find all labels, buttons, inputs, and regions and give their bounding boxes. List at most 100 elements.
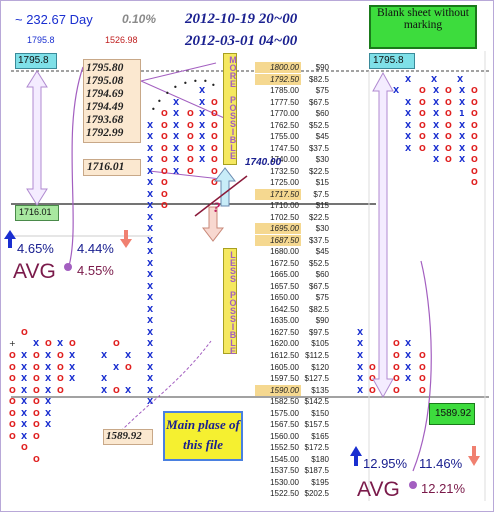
o-mark: O — [161, 155, 168, 165]
o-mark: O — [419, 351, 426, 360]
right-up-arrow-icon — [350, 446, 362, 466]
o-mark: O — [113, 385, 120, 395]
level-price: 1560.00 — [270, 431, 299, 441]
price-item: 1792.99 — [86, 127, 124, 139]
o-mark: O — [211, 155, 218, 165]
level-diff: $172.5 — [304, 443, 329, 453]
o-mark: O — [471, 120, 478, 130]
x-mark: X — [125, 385, 132, 395]
x-mark: X — [199, 143, 206, 153]
x-mark: X — [405, 362, 412, 372]
level-price: 1777.50 — [270, 97, 299, 107]
x-mark: X — [433, 97, 440, 107]
level-price: 1717.50 — [270, 189, 299, 199]
x-mark: X — [45, 420, 52, 430]
current-price: 1740.00 — [245, 157, 282, 168]
x-mark: X — [405, 143, 412, 153]
x-mark: X — [147, 155, 154, 165]
o-mark: O — [33, 385, 40, 395]
x-mark: X — [21, 351, 28, 360]
o-mark: O — [33, 362, 40, 372]
x-mark: X — [433, 120, 440, 130]
price-list: 1795.80 1795.08 1794.69 1794.49 1793.68 … — [86, 62, 123, 140]
o-mark: O — [419, 86, 426, 96]
o-mark: O — [33, 374, 40, 384]
x-mark: X — [433, 109, 440, 119]
o-mark: O — [33, 431, 40, 441]
x-mark: X — [69, 374, 76, 384]
level-diff: $52.5 — [308, 120, 329, 130]
level-price: 1620.00 — [270, 339, 299, 349]
dot-mark: • — [157, 97, 162, 106]
x-mark: X — [147, 293, 154, 303]
dot-mark: • — [193, 77, 198, 86]
level-diff: $187.5 — [304, 466, 329, 476]
level-price: 1665.00 — [270, 270, 299, 280]
level-price: 1552.50 — [270, 443, 299, 453]
o-mark: O — [57, 362, 64, 372]
level-diff: $90 — [315, 316, 329, 326]
x-mark: X — [57, 339, 64, 349]
x-mark: X — [199, 109, 206, 119]
x-mark: X — [459, 120, 466, 130]
level-price: 1747.50 — [270, 143, 299, 153]
x-mark: X — [405, 97, 412, 107]
level-price: 1627.50 — [270, 327, 299, 337]
o-mark: O — [161, 132, 168, 142]
x-mark: X — [69, 362, 76, 372]
level-diff: $67.5 — [308, 281, 329, 291]
level-price: 1522.50 — [270, 489, 299, 499]
price-item: 1795.08 — [86, 75, 124, 87]
o-mark: O — [471, 155, 478, 165]
level-diff: $165 — [311, 431, 329, 441]
pointer-curves — [68, 62, 432, 472]
o-mark: O — [33, 351, 40, 360]
right-pct-up: 12.95% — [363, 456, 408, 471]
o-mark: O — [161, 109, 168, 119]
o-mark: O — [57, 374, 64, 384]
o-mark: O — [211, 132, 218, 142]
o-mark: O — [471, 178, 478, 188]
x-mark: X — [357, 327, 364, 337]
o-mark: O — [419, 109, 426, 119]
o-mark: O — [187, 132, 194, 142]
level-price: 1590.00 — [270, 385, 299, 395]
level-diff: $52.5 — [308, 258, 329, 268]
o-mark: O — [211, 109, 218, 119]
x-mark: X — [357, 339, 364, 349]
o-mark: O — [45, 339, 52, 349]
level-price: 1725.00 — [270, 178, 299, 188]
o-mark: O — [161, 166, 168, 176]
x-mark: X — [45, 362, 52, 372]
right-top-level: 1795.8 — [373, 55, 404, 66]
x-mark: X — [405, 374, 412, 384]
x-mark: X — [147, 247, 154, 257]
chart-canvas: ~ 232.67 Day 0.10% 2012-10-19 20~00 2012… — [0, 0, 494, 512]
price-single: 1716.01 — [87, 161, 125, 173]
x-mark: X — [125, 351, 132, 360]
o-mark: O — [33, 397, 40, 407]
x-mark: X — [147, 235, 154, 245]
x-mark: X — [173, 132, 180, 142]
x-mark: X — [431, 74, 438, 84]
x-mark: X — [459, 155, 466, 165]
o-mark: O — [161, 201, 168, 211]
level-price: 1650.00 — [270, 293, 299, 303]
price-item: 1794.69 — [86, 88, 124, 100]
x-mark: X — [113, 362, 120, 372]
level-diff: $75 — [315, 293, 329, 303]
o-mark: O — [445, 132, 452, 142]
dot-mark: • — [151, 105, 156, 114]
level-diff: $45 — [315, 132, 329, 142]
o-mark: O — [21, 327, 28, 337]
trend-line — [194, 175, 248, 217]
x-mark: X — [433, 155, 440, 165]
level-price: 1642.50 — [270, 304, 299, 314]
x-mark: X — [433, 86, 440, 96]
o-mark: O — [57, 351, 64, 360]
o-mark: O — [187, 143, 194, 153]
o-mark: O — [471, 143, 478, 153]
less-possible-text: LESS POSSIBLE — [228, 250, 238, 354]
level-price: 1530.00 — [270, 477, 299, 487]
level-diff: $97.5 — [308, 327, 329, 337]
